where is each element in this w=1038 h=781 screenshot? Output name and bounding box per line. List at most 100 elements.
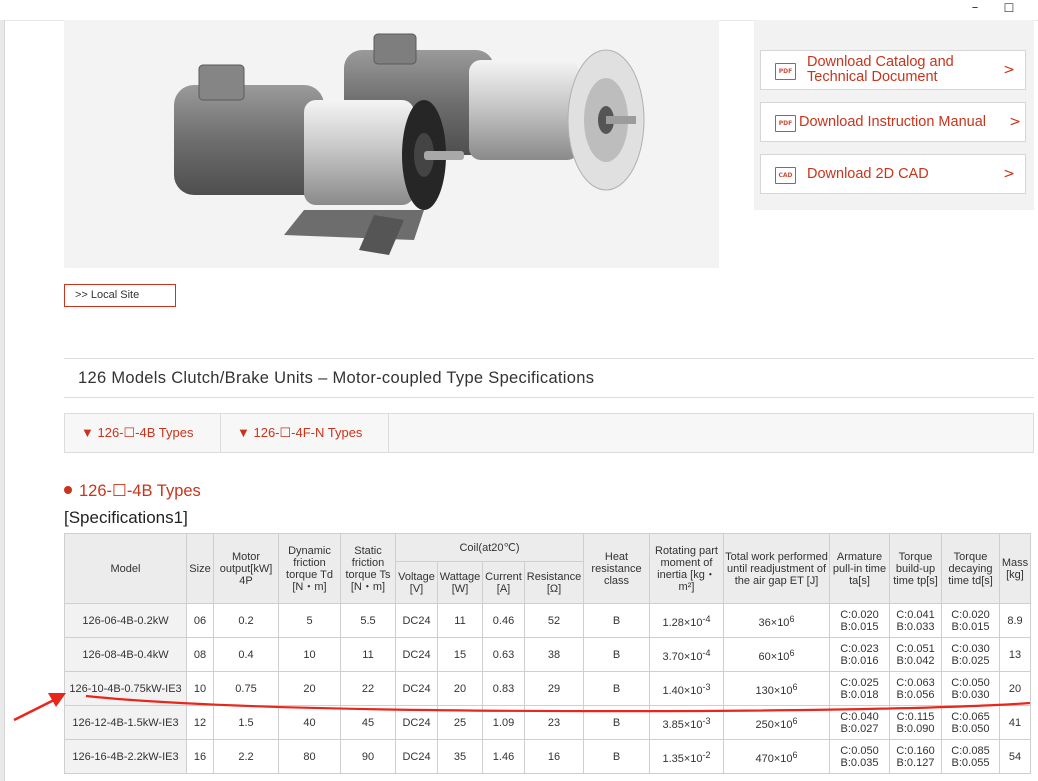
col-dynamic-torque: Dynamic friction torque Td [N・m]	[278, 533, 341, 604]
armature-c: C:0.040	[840, 710, 879, 723]
cell-td: 10	[278, 637, 341, 672]
download-catalog-button[interactable]: PDF Download Catalog and Technical Docum…	[760, 50, 1026, 90]
clutch-brake-units-illustration	[174, 33, 645, 255]
col-inertia: Rotating part moment of inertia [kg・m²]	[649, 533, 724, 604]
col-current: Current [A]	[482, 561, 525, 604]
armature-c: C:0.020	[840, 608, 879, 621]
download-cad-button[interactable]: CAD Download 2D CAD >	[760, 154, 1026, 194]
cell-heat: B	[583, 637, 650, 672]
cell-ts: 45	[340, 705, 396, 740]
buildup-b: B:0.127	[896, 756, 935, 769]
inertia-value: 1.40×10	[662, 684, 703, 697]
col-voltage: Voltage [V]	[395, 561, 438, 604]
cell-buildup: C:0.041 B:0.033	[889, 603, 942, 638]
cell-model: 126-06-4B-0.2kW	[64, 603, 187, 638]
armature-b: B:0.027	[840, 722, 879, 735]
cell-motor: 1.5	[213, 705, 279, 740]
pdf-icon: PDF	[775, 115, 796, 132]
inertia-value: 3.85×10	[662, 718, 703, 731]
cell-decay: C:0.030 B:0.025	[941, 637, 1000, 672]
left-window-edge	[0, 20, 5, 781]
cell-mass: 54	[999, 739, 1031, 774]
cell-heat: B	[583, 705, 650, 740]
cell-model: 126-10-4B-0.75kW-IE3	[64, 671, 187, 706]
work-value: 60×10	[758, 650, 790, 663]
cell-voltage: DC24	[395, 671, 438, 706]
cell-decay: C:0.065 B:0.050	[941, 705, 1000, 740]
cad-icon: CAD	[775, 167, 796, 184]
col-mass: Mass [kg]	[999, 533, 1031, 604]
cell-armature: C:0.020 B:0.015	[829, 603, 890, 638]
cell-decay: C:0.050 B:0.030	[941, 671, 1000, 706]
cell-motor: 0.4	[213, 637, 279, 672]
cell-resistance: 29	[524, 671, 584, 706]
work-value: 470×10	[755, 752, 793, 765]
cell-motor: 0.75	[213, 671, 279, 706]
cell-inertia: 3.70×10-4	[649, 637, 724, 672]
minimize-button[interactable]: –	[958, 0, 992, 18]
cell-buildup: C:0.160 B:0.127	[889, 739, 942, 774]
table-row: 126-12-4B-1.5kW-IE3 12 1.5 40 45 DC24 25…	[64, 705, 1031, 740]
col-total-work: Total work performed until readjustment …	[723, 533, 830, 604]
bullet-dot-icon	[64, 486, 72, 494]
local-site-button[interactable]: >> Local Site	[64, 284, 176, 307]
cell-td: 80	[278, 739, 341, 774]
download-cad-label: Download 2D CAD	[807, 166, 929, 182]
work-value: 250×10	[755, 718, 793, 731]
cell-ts: 11	[340, 637, 396, 672]
buildup-c: C:0.051	[896, 642, 935, 655]
cell-decay: C:0.020 B:0.015	[941, 603, 1000, 638]
table-row: 126-10-4B-0.75kW-IE3 10 0.75 20 22 DC24 …	[64, 671, 1031, 706]
work-exponent: 6	[792, 749, 798, 760]
work-value: 130×10	[755, 684, 793, 697]
cell-model: 126-12-4B-1.5kW-IE3	[64, 705, 187, 740]
cell-current: 0.46	[482, 603, 525, 638]
chevron-right-icon: >	[1003, 166, 1015, 182]
annotation-arrow-icon	[13, 694, 63, 722]
cell-voltage: DC24	[395, 705, 438, 740]
cell-ts: 90	[340, 739, 396, 774]
cell-armature: C:0.023 B:0.016	[829, 637, 890, 672]
tab-4b-types[interactable]: ▼ 126-☐-4B Types	[65, 414, 221, 452]
maximize-button[interactable]: ☐	[992, 0, 1026, 18]
decay-b: B:0.050	[951, 722, 990, 735]
download-manual-label: Download Instruction Manual	[799, 114, 986, 130]
decay-c: C:0.030	[951, 642, 990, 655]
cell-armature: C:0.050 B:0.035	[829, 739, 890, 774]
cell-work: 60×106	[723, 637, 830, 672]
armature-c: C:0.025	[840, 676, 879, 689]
col-static-torque: Static friction torque Ts [N・m]	[340, 533, 396, 604]
cell-resistance: 52	[524, 603, 584, 638]
work-exponent: 6	[792, 715, 798, 726]
cell-wattage: 11	[437, 603, 483, 638]
armature-b: B:0.035	[840, 756, 879, 769]
cell-mass: 20	[999, 671, 1031, 706]
decay-c: C:0.020	[951, 608, 990, 621]
cell-heat: B	[583, 739, 650, 774]
col-torque-buildup: Torque build-up time tp[s]	[889, 533, 942, 604]
type-tabs: ▼ 126-☐-4B Types ▼ 126-☐-4F-N Types	[64, 413, 1034, 453]
tab-4f-n-types[interactable]: ▼ 126-☐-4F-N Types	[221, 414, 389, 452]
buildup-b: B:0.042	[896, 654, 935, 667]
download-manual-button[interactable]: PDF Download Instruction Manual >	[760, 102, 1026, 142]
cell-td: 40	[278, 705, 341, 740]
col-wattage: Wattage [W]	[437, 561, 483, 604]
cell-model: 126-16-4B-2.2kW-IE3	[64, 739, 187, 774]
inertia-value: 3.70×10	[662, 650, 703, 663]
table-row: 126-16-4B-2.2kW-IE3 16 2.2 80 90 DC24 35…	[64, 739, 1031, 774]
cell-model: 126-08-4B-0.4kW	[64, 637, 187, 672]
chevron-right-icon: >	[1003, 62, 1015, 78]
cell-inertia: 3.85×10-3	[649, 705, 724, 740]
download-panel: PDF Download Catalog and Technical Docum…	[754, 20, 1034, 210]
armature-b: B:0.015	[840, 620, 879, 633]
cell-motor: 0.2	[213, 603, 279, 638]
download-catalog-label: Download Catalog and Technical Document	[807, 54, 954, 85]
table-row: 126-06-4B-0.2kW 06 0.2 5 5.5 DC24 11 0.4…	[64, 603, 1031, 638]
cell-mass: 13	[999, 637, 1031, 672]
cell-armature: C:0.040 B:0.027	[829, 705, 890, 740]
cell-current: 1.09	[482, 705, 525, 740]
cell-current: 1.46	[482, 739, 525, 774]
decay-c: C:0.050	[951, 676, 990, 689]
cell-heat: B	[583, 603, 650, 638]
window-titlebar	[0, 0, 1038, 21]
